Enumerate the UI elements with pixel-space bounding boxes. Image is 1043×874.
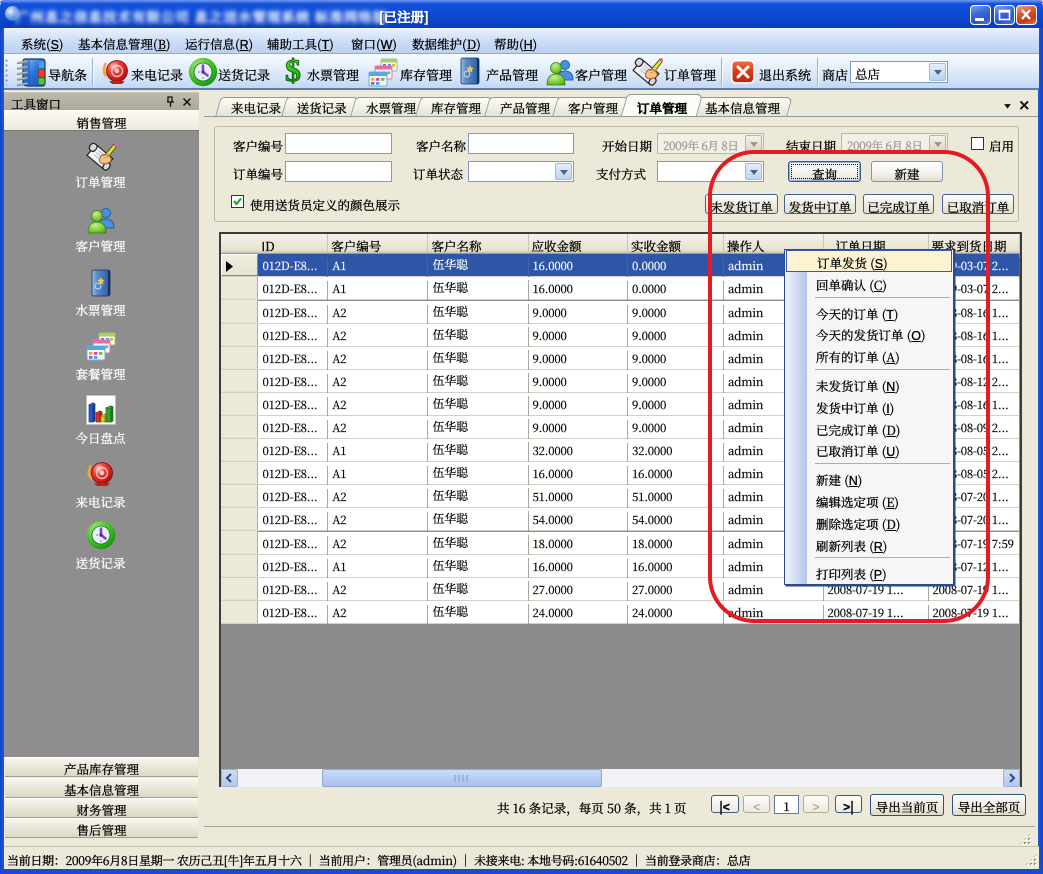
svg-text:$: $ (285, 55, 301, 87)
